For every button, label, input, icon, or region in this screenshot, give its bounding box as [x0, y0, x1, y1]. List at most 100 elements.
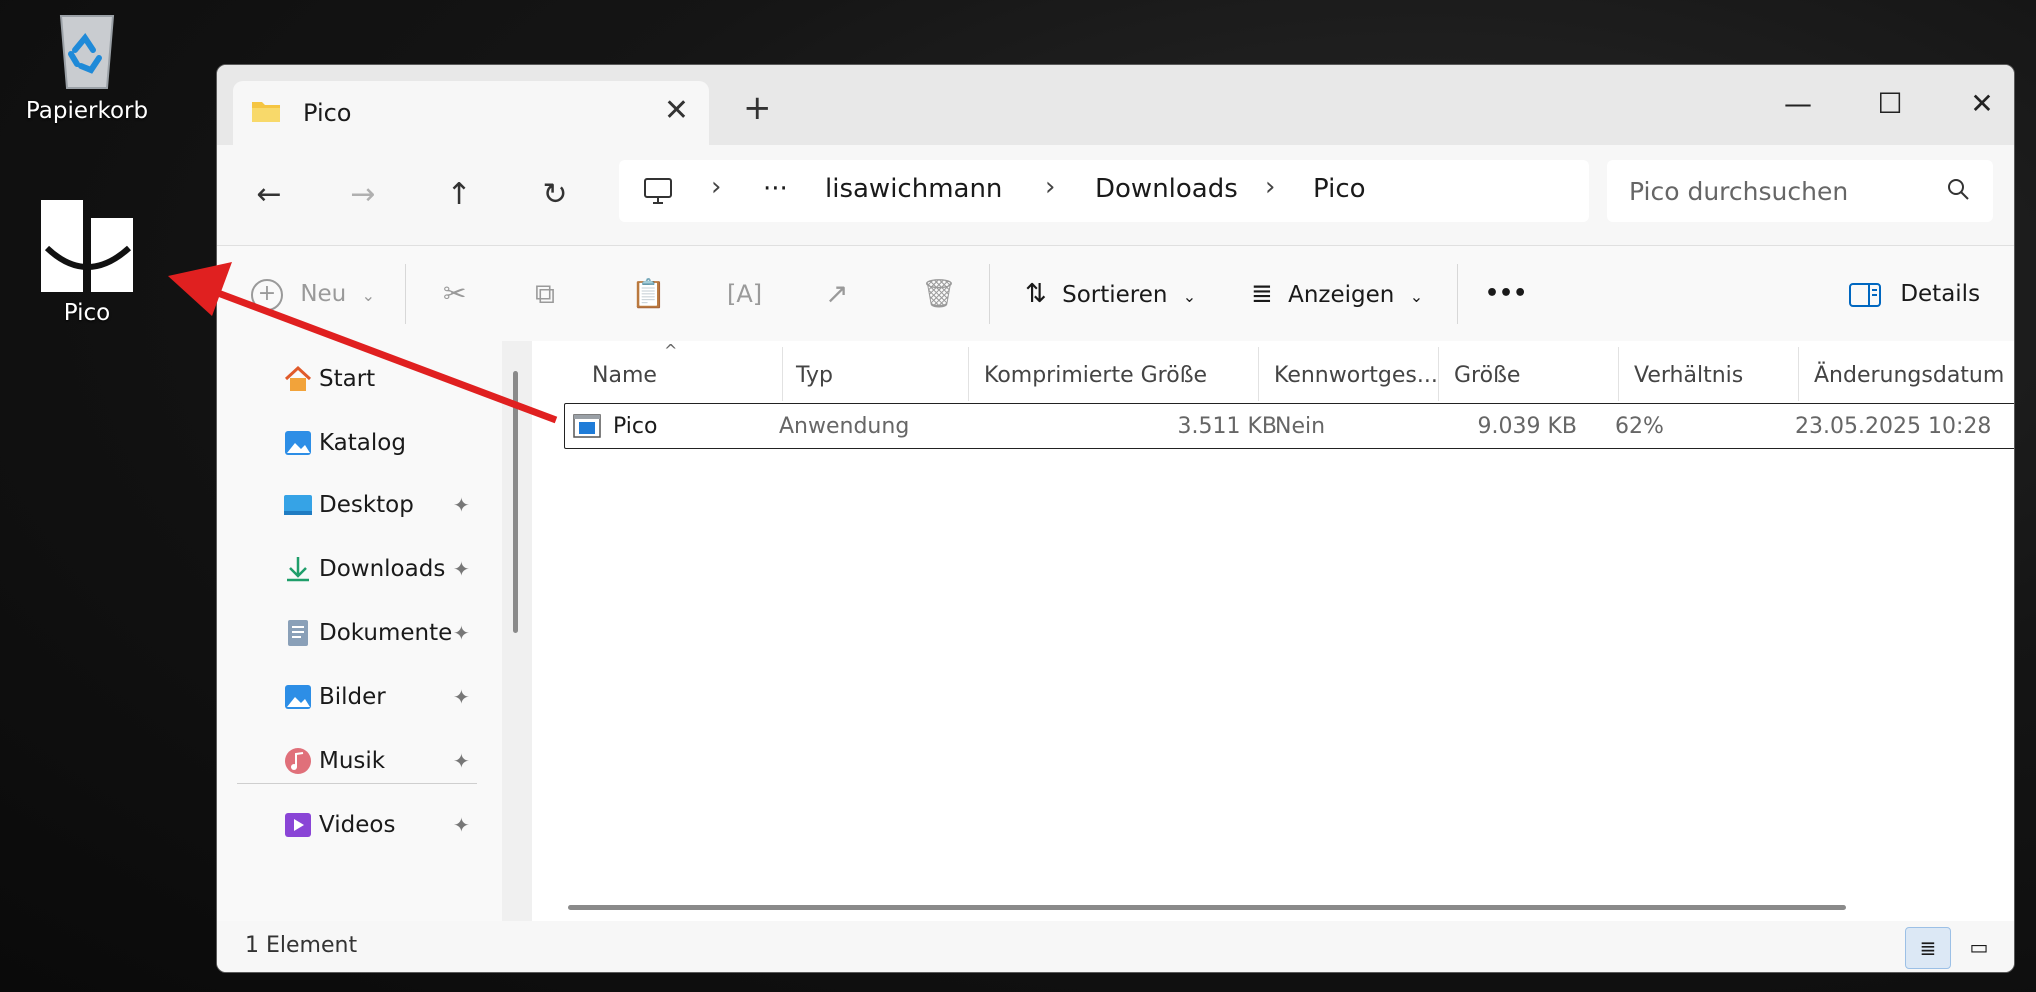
sidebar-item-label: Dokumente — [319, 620, 453, 646]
new-button[interactable]: + Neu ⌄ — [251, 274, 375, 314]
column-divider[interactable] — [1438, 347, 1439, 401]
sidebar-item-dokumente[interactable]: Dokumente ✦ — [283, 611, 493, 655]
share-icon[interactable]: ↗ — [825, 274, 848, 314]
pin-icon[interactable]: ✦ — [453, 611, 470, 655]
close-button[interactable]: ✕ — [1957, 79, 2007, 129]
column-header-compressed-size[interactable]: Komprimierte Größe — [984, 363, 1207, 388]
file-type: Anwendung — [779, 414, 910, 439]
pin-icon[interactable]: ✦ — [453, 675, 470, 719]
sidebar-item-downloads[interactable]: Downloads ✦ — [283, 547, 493, 591]
plus-circle-icon: + — [251, 278, 283, 311]
pin-icon[interactable]: ✦ — [453, 803, 470, 847]
sidebar-divider — [237, 783, 477, 784]
file-explorer-window: Pico ✕ + — ☐ ✕ ← → ↑ ↻ › ··· lisawichman… — [216, 64, 2015, 973]
column-divider[interactable] — [1618, 347, 1619, 401]
toolbar-divider — [1457, 264, 1458, 324]
column-divider[interactable] — [968, 347, 969, 401]
table-row[interactable]: Pico Anwendung 3.511 KB Nein 9.039 KB 62… — [564, 403, 2014, 449]
sort-button[interactable]: ⇅ Sortieren ⌄ — [1025, 274, 1196, 314]
toolbar-divider — [989, 264, 990, 324]
sidebar-item-katalog[interactable]: Katalog — [283, 421, 493, 465]
pin-icon[interactable]: ✦ — [453, 483, 470, 527]
column-divider[interactable] — [1798, 347, 1799, 401]
recycle-bin-desktop-icon[interactable]: Papierkorb — [22, 6, 152, 124]
pico-desktop-icon[interactable]: Pico — [22, 198, 152, 326]
view-button[interactable]: ≣ Anzeigen ⌄ — [1251, 274, 1423, 314]
pin-icon[interactable]: ✦ — [453, 739, 470, 783]
search-box[interactable] — [1607, 160, 1993, 222]
gallery-icon — [285, 431, 311, 455]
up-arrow-icon[interactable]: ↑ — [435, 171, 483, 219]
address-bar[interactable]: › ··· lisawichmann › Downloads › Pico — [619, 160, 1589, 222]
address-part-downloads[interactable]: Downloads — [1095, 174, 1238, 204]
more-options-button[interactable]: ••• — [1485, 274, 1527, 314]
new-label: Neu — [300, 281, 347, 307]
view-label: Anzeigen — [1288, 282, 1395, 308]
column-header-type[interactable]: Typ — [796, 363, 833, 388]
toolbar-divider — [405, 264, 406, 324]
sidebar-item-start[interactable]: Start — [283, 357, 493, 401]
details-view-icon[interactable]: ≣ — [1905, 927, 1951, 969]
navigation-bar: ← → ↑ ↻ › ··· lisawichmann › Downloads ›… — [217, 145, 2014, 245]
column-header-name[interactable]: Name — [592, 363, 657, 388]
column-header-ratio[interactable]: Verhältnis — [1634, 363, 1743, 388]
horizontal-scrollbar-thumb[interactable] — [568, 905, 1846, 910]
copy-icon[interactable]: ⧉ — [535, 274, 555, 314]
chevron-down-icon: ⌄ — [361, 286, 375, 305]
chevron-down-icon: ⌄ — [1409, 287, 1424, 306]
file-compressed-size: 3.511 KB — [1177, 414, 1278, 439]
home-icon — [284, 365, 312, 391]
title-bar: Pico ✕ + — ☐ ✕ — [217, 65, 2014, 145]
item-count: 1 Element — [245, 933, 358, 958]
sort-icon: ⇅ — [1025, 279, 1047, 309]
chevron-right-icon: › — [711, 172, 722, 202]
address-part-user[interactable]: lisawichmann — [825, 174, 1002, 204]
sidebar-item-desktop-pinned[interactable]: Desktop ✦ — [283, 483, 493, 527]
column-divider[interactable] — [1258, 347, 1259, 401]
rename-icon[interactable]: [A] — [727, 274, 762, 314]
file-password: Nein — [1275, 414, 1326, 439]
address-more[interactable]: ··· — [763, 174, 788, 204]
paste-icon[interactable]: 📋 — [631, 274, 666, 314]
maximize-button[interactable]: ☐ — [1865, 79, 1915, 129]
this-pc-icon — [644, 178, 672, 204]
column-header-password[interactable]: Kennwortges... — [1274, 363, 1438, 388]
tab-pico[interactable]: Pico ✕ — [233, 81, 709, 145]
column-header-size[interactable]: Größe — [1454, 363, 1520, 388]
recycle-bin-label: Papierkorb — [25, 98, 149, 124]
forward-arrow-icon[interactable]: → — [339, 171, 387, 219]
address-part-pico[interactable]: Pico — [1313, 174, 1366, 204]
file-name: Pico — [613, 414, 658, 439]
cut-icon[interactable]: ✂ — [443, 274, 466, 314]
sidebar-scrollbar-thumb[interactable] — [513, 371, 518, 633]
refresh-icon[interactable]: ↻ — [531, 171, 579, 219]
sidebar-item-musik[interactable]: Musik ✦ — [283, 739, 493, 783]
downloads-icon — [287, 557, 309, 582]
sidebar-item-videos[interactable]: Videos ✦ — [283, 803, 493, 847]
file-size: 9.039 KB — [1477, 414, 1578, 439]
file-ratio: 62% — [1615, 414, 1664, 439]
tab-title: Pico — [303, 99, 352, 127]
pin-icon[interactable]: ✦ — [453, 547, 470, 591]
chevron-right-icon: › — [1265, 172, 1276, 202]
column-divider[interactable] — [782, 347, 783, 401]
pictures-icon — [285, 685, 311, 709]
new-tab-plus-icon[interactable]: + — [743, 91, 772, 125]
status-bar: 1 Element ≣ ▭ — [217, 921, 2014, 972]
pico-desktop-label: Pico — [63, 300, 111, 326]
sidebar-item-label: Musik — [319, 748, 386, 774]
back-arrow-icon[interactable]: ← — [245, 171, 293, 219]
delete-icon[interactable]: 🗑 — [921, 274, 957, 314]
column-header-modified[interactable]: Änderungsdatum — [1814, 363, 2004, 388]
minimize-button[interactable]: — — [1773, 79, 1823, 129]
tab-close-icon[interactable]: ✕ — [664, 93, 689, 128]
search-input[interactable] — [1627, 172, 1931, 210]
details-button[interactable]: Details — [1849, 274, 1980, 314]
desktop-icon — [284, 495, 312, 515]
file-list-view: ^ Name Typ Komprimierte Größe Kennwortge… — [532, 341, 2014, 921]
chevron-right-icon: › — [1045, 172, 1056, 202]
sidebar-item-bilder[interactable]: Bilder ✦ — [283, 675, 493, 719]
sidebar-item-label: Downloads — [319, 556, 446, 582]
tiles-view-icon[interactable]: ▭ — [1957, 927, 2001, 967]
application-file-icon — [573, 414, 601, 438]
